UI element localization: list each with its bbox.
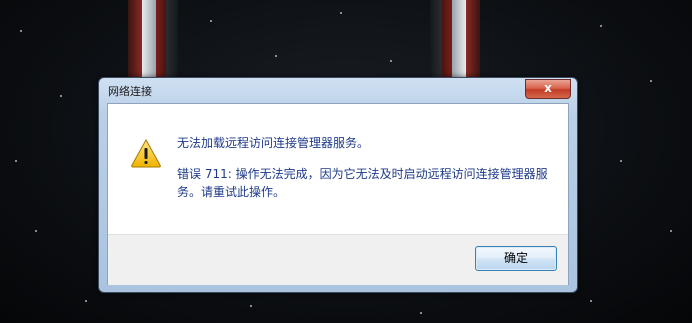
- star: [15, 160, 17, 162]
- message-area: 无法加载远程访问连接管理器服务。 错误 711: 操作无法完成，因为它无法及时启…: [108, 104, 568, 234]
- button-bar: 确定: [108, 234, 568, 285]
- star: [250, 305, 252, 307]
- star: [650, 80, 652, 82]
- star: [275, 55, 277, 57]
- star: [600, 25, 602, 27]
- ok-button[interactable]: 确定: [475, 246, 557, 271]
- star: [35, 230, 37, 232]
- star: [420, 312, 422, 314]
- star: [85, 300, 87, 302]
- star: [590, 300, 592, 302]
- star: [620, 160, 622, 162]
- star: [390, 60, 392, 62]
- close-icon: x: [544, 81, 552, 95]
- star: [210, 20, 212, 22]
- error-message-detail: 错误 711: 操作无法完成，因为它无法及时启动远程访问连接管理器服务。请重试此…: [177, 167, 548, 199]
- star: [670, 230, 672, 232]
- close-button[interactable]: x: [525, 79, 571, 99]
- star: [20, 30, 22, 32]
- star: [340, 12, 342, 14]
- error-message-title: 无法加载远程访问连接管理器服务。: [177, 136, 370, 150]
- warning-icon: [131, 138, 161, 168]
- dialog-title: 网络连接: [108, 85, 152, 98]
- dialog-body: 无法加载远程访问连接管理器服务。 错误 711: 操作无法完成，因为它无法及时启…: [107, 103, 569, 285]
- star: [60, 95, 62, 97]
- error-dialog: 网络连接 x 无法加载远程访问连接管理器服务。 错误 711: 操作无法完成，因…: [98, 77, 578, 293]
